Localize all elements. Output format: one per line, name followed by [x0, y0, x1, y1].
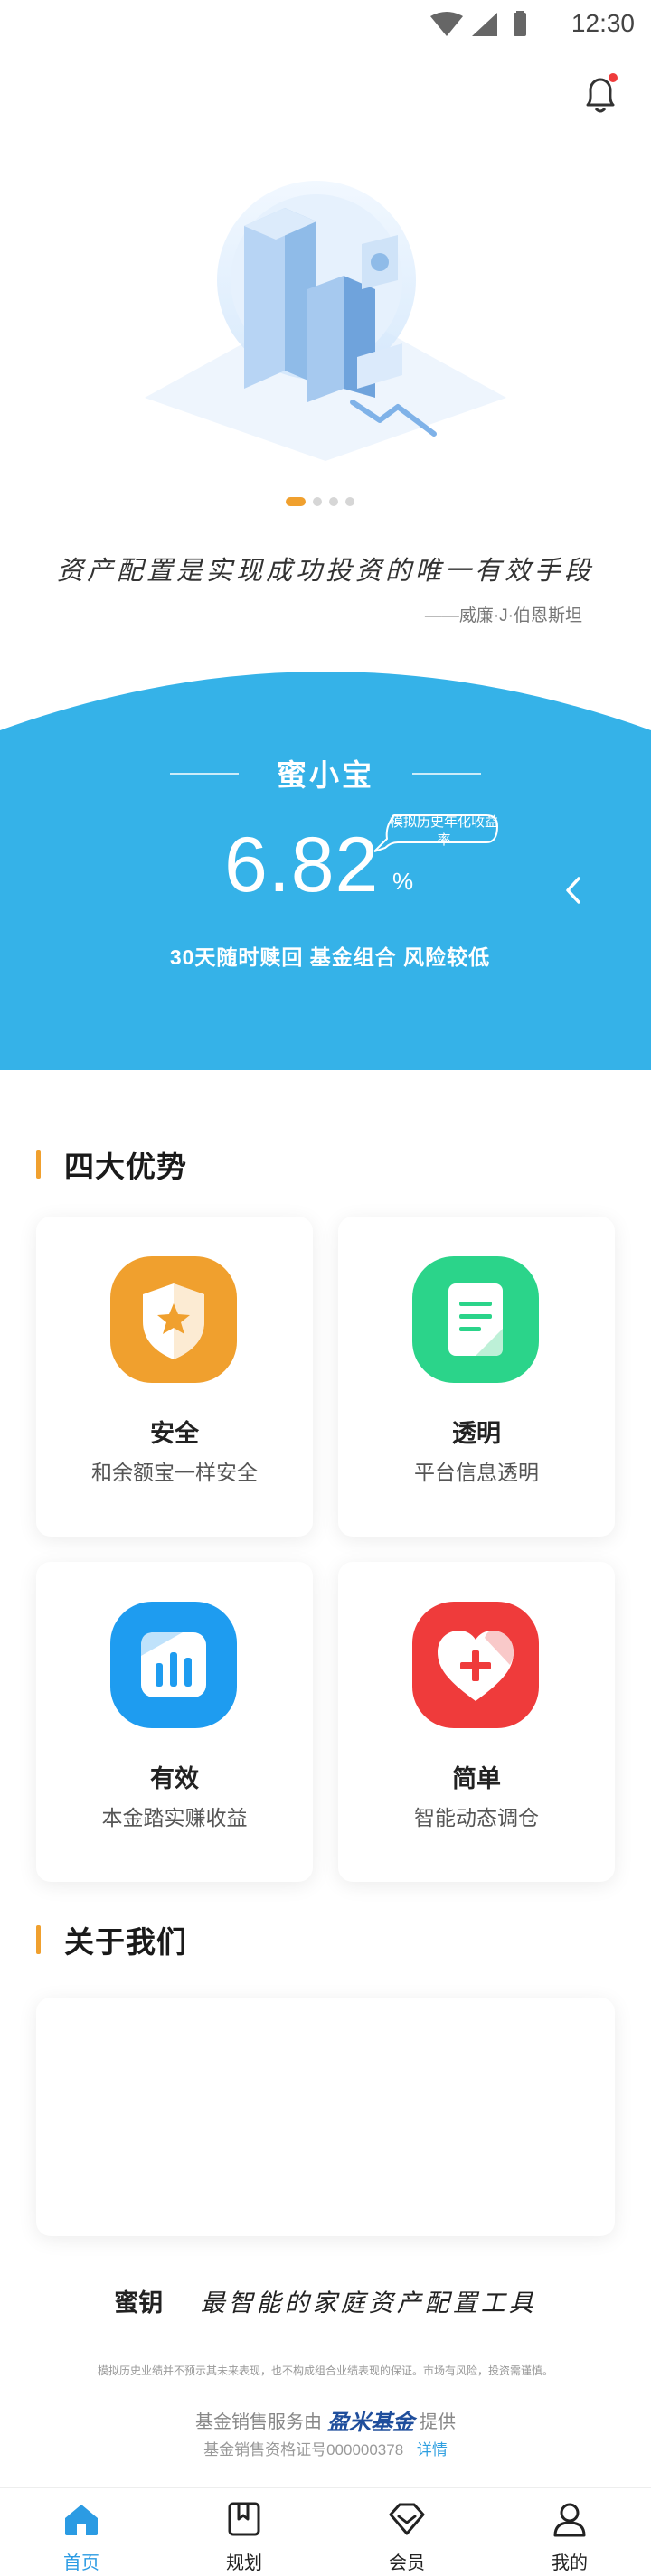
- provider-line: 基金销售服务由 盈米基金 提供: [0, 2404, 651, 2436]
- advantage-desc: 平台信息透明: [414, 1461, 539, 1484]
- license-line: 基金销售资格证号000000378 详情: [0, 2437, 651, 2459]
- brand-name: 蜜钥: [114, 2289, 164, 2317]
- quote-author: ——威廉·J·伯恩斯坦: [424, 606, 582, 625]
- tab-member[interactable]: 会员: [326, 2488, 488, 2576]
- carousel-dot[interactable]: [345, 497, 354, 506]
- section-header-advantages: 四大优势: [36, 1148, 187, 1183]
- provider-suffix: 提供: [420, 2412, 456, 2432]
- carousel-dot[interactable]: [286, 497, 306, 506]
- tab-label: 首页: [63, 2553, 99, 2573]
- footer-slogan: 蜜钥 最智能的家庭资产配置工具: [0, 2283, 651, 2318]
- provider-logo: 盈米基金: [327, 2411, 414, 2435]
- quote-text: 资产配置是实现成功投资的唯一有效手段: [56, 557, 594, 586]
- notification-bell-icon[interactable]: [580, 72, 620, 116]
- carousel-indicator[interactable]: [286, 497, 354, 506]
- tab-home[interactable]: 首页: [0, 2488, 163, 2576]
- carousel-dot[interactable]: [329, 497, 338, 506]
- shield-star-icon: [110, 1256, 237, 1383]
- hero-illustration: [145, 181, 506, 461]
- advantage-title: 安全: [150, 1420, 199, 1447]
- heart-plus-icon: [412, 1602, 539, 1728]
- bottom-tab-bar: 首页 规划 会员 我的: [0, 2487, 651, 2576]
- chevron-left-icon[interactable]: [562, 875, 584, 906]
- advantage-title: 简单: [452, 1765, 501, 1792]
- tab-label: 规划: [226, 2553, 262, 2573]
- bar-chart-icon: [110, 1602, 237, 1728]
- carousel-dot[interactable]: [313, 497, 322, 506]
- home-icon: [65, 2505, 98, 2535]
- advantage-card-simple[interactable]: 简单 智能动态调仓: [338, 1562, 615, 1882]
- home-screen: 12:30 资产配置是实现成功投资的唯一有效手段 ——威廉·J·伯恩斯坦 蜜小宝…: [0, 0, 651, 2576]
- product-name: 蜜小宝: [277, 758, 374, 792]
- tab-mine[interactable]: 我的: [488, 2488, 651, 2576]
- status-time: 12:30: [571, 9, 635, 37]
- advantage-desc: 智能动态调仓: [414, 1806, 539, 1829]
- advantage-desc: 本金踏实赚收益: [101, 1806, 248, 1829]
- license-detail-link[interactable]: 详情: [417, 2441, 448, 2458]
- section-accent-bar: [36, 1925, 41, 1954]
- brand-slogan: 最智能的家庭资产配置工具: [200, 2289, 537, 2317]
- rate-tag: 模拟历史年化收益率: [373, 812, 501, 853]
- section-title: 关于我们: [64, 1925, 187, 1959]
- section-accent-bar: [36, 1150, 41, 1179]
- advantage-card-effective[interactable]: 有效 本金踏实赚收益: [36, 1562, 313, 1882]
- risk-disclaimer: 模拟历史业绩并不预示其未来表现，也不构成组合业绩表现的保证。市场有风险，投资需谨…: [97, 2364, 553, 2377]
- signal-icons: [430, 11, 526, 36]
- section-title: 四大优势: [64, 1150, 187, 1183]
- advantage-card-transparent[interactable]: 透明 平台信息透明: [338, 1217, 615, 1537]
- advantage-desc: 和余额宝一样安全: [91, 1461, 258, 1484]
- about-content-card[interactable]: [36, 1998, 615, 2236]
- product-card[interactable]: 蜜小宝 6.82 % 模拟历史年化收益率 30天随时赎回 基金组合 风险较低: [0, 667, 651, 1070]
- product-rate: 6.82: [224, 822, 380, 908]
- user-icon: [553, 2503, 586, 2537]
- product-description: 30天随时赎回 基金组合 风险较低: [169, 945, 491, 969]
- bookmark-icon: [228, 2502, 260, 2536]
- rate-tag-text: 模拟历史年化收益率: [389, 814, 498, 848]
- advantage-card-safe[interactable]: 安全 和余额宝一样安全: [36, 1217, 313, 1537]
- diamond-icon: [389, 2503, 425, 2535]
- provider-prefix: 基金销售服务由: [195, 2412, 322, 2432]
- section-header-about: 关于我们: [36, 1923, 187, 1959]
- license-number: 基金销售资格证号000000378: [203, 2441, 404, 2458]
- advantage-title: 透明: [452, 1420, 501, 1447]
- document-icon: [412, 1256, 539, 1383]
- tab-label: 会员: [389, 2553, 425, 2573]
- product-rate-unit: %: [392, 868, 414, 895]
- tab-plan[interactable]: 规划: [163, 2488, 326, 2576]
- advantage-title: 有效: [150, 1765, 199, 1792]
- status-bar: 12:30: [0, 0, 651, 49]
- tab-label: 我的: [552, 2553, 588, 2573]
